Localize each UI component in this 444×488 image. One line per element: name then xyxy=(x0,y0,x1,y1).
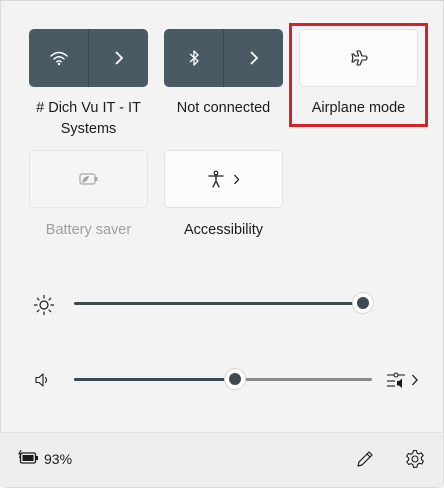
volume-slider[interactable] xyxy=(74,368,378,392)
battery-saver-label: Battery saver xyxy=(45,222,132,238)
battery-saver-icon xyxy=(78,172,100,186)
bluetooth-expand-button[interactable] xyxy=(224,29,283,87)
brightness-slider-thumb[interactable] xyxy=(353,293,373,313)
sun-icon xyxy=(33,294,55,316)
accessibility-icon xyxy=(207,170,225,188)
battery-saver-tile[interactable] xyxy=(29,150,148,208)
bluetooth-toggle-button[interactable] xyxy=(164,29,223,87)
highlight-box xyxy=(289,23,428,127)
volume-slider-fill xyxy=(74,378,234,381)
audio-output-icon xyxy=(386,371,408,389)
chevron-right-icon xyxy=(249,51,259,65)
accessibility-tile[interactable] xyxy=(164,150,283,208)
wifi-icon xyxy=(49,50,68,66)
audio-output-button[interactable] xyxy=(386,370,422,390)
wifi-tile[interactable] xyxy=(29,29,148,87)
bluetooth-icon xyxy=(188,49,200,67)
accessibility-label: Accessibility xyxy=(184,222,263,238)
bluetooth-label: Not connected xyxy=(176,100,271,116)
battery-percentage: 93% xyxy=(44,451,73,467)
chevron-right-icon xyxy=(233,174,240,185)
pencil-icon[interactable] xyxy=(355,449,375,469)
brightness-slider-fill xyxy=(74,302,362,305)
speaker-icon xyxy=(34,372,52,388)
brightness-slider[interactable] xyxy=(74,292,374,316)
wifi-toggle-button[interactable] xyxy=(29,29,88,87)
volume-slider-thumb[interactable] xyxy=(225,369,245,389)
wifi-label: # Dich Vu IT - IT Systems xyxy=(36,100,141,137)
gear-icon[interactable] xyxy=(405,449,425,469)
chevron-right-icon xyxy=(411,374,419,386)
wifi-expand-button[interactable] xyxy=(89,29,148,87)
battery-charging-icon xyxy=(18,450,40,466)
chevron-right-icon xyxy=(114,51,124,65)
bluetooth-tile[interactable] xyxy=(164,29,283,87)
